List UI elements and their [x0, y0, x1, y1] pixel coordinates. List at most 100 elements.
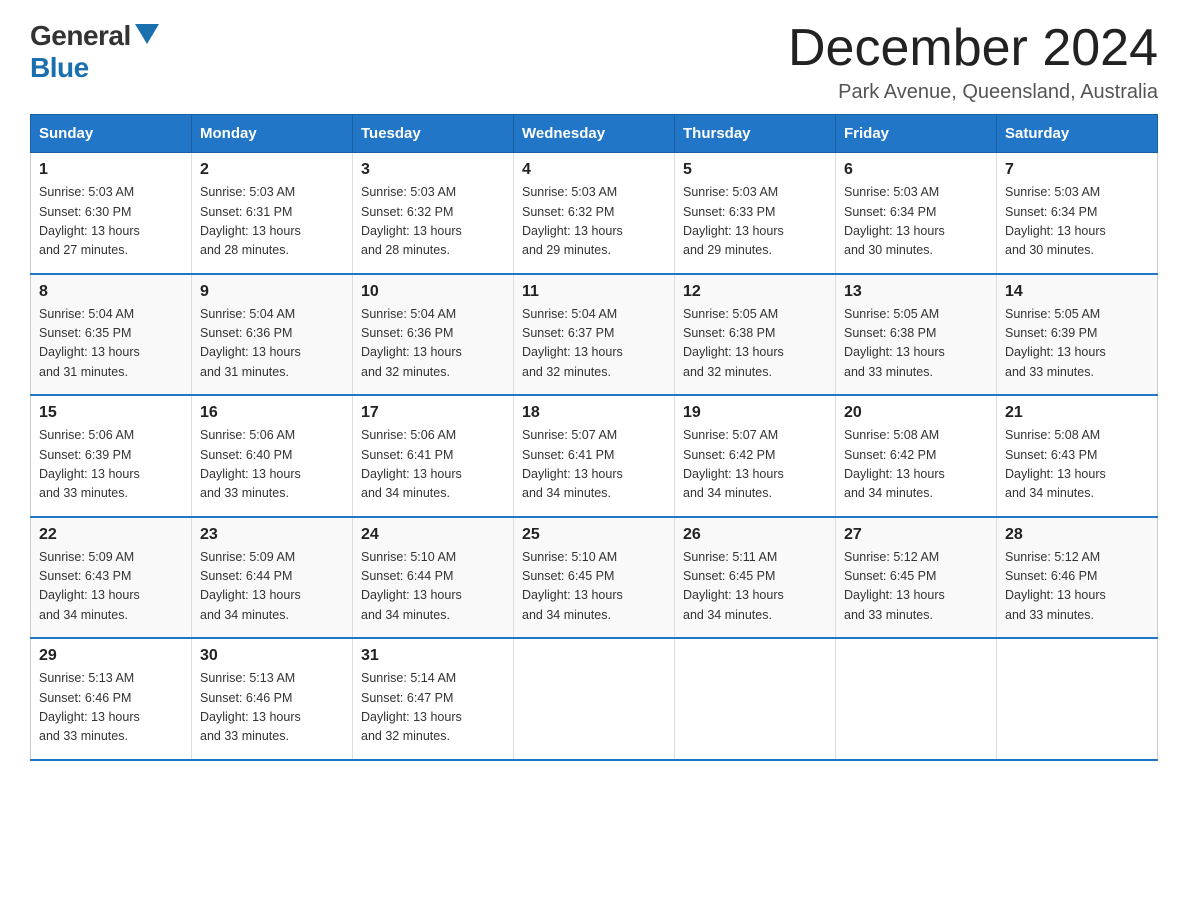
- day-number: 30: [200, 647, 344, 665]
- calendar-cell: 5 Sunrise: 5:03 AM Sunset: 6:33 PM Dayli…: [675, 153, 836, 274]
- day-number: 1: [39, 161, 183, 179]
- day-info: Sunrise: 5:08 AM Sunset: 6:42 PM Dayligh…: [844, 426, 988, 504]
- column-header-tuesday: Tuesday: [353, 115, 514, 153]
- calendar-week-row: 8 Sunrise: 5:04 AM Sunset: 6:35 PM Dayli…: [31, 274, 1158, 396]
- day-number: 12: [683, 283, 827, 301]
- day-info: Sunrise: 5:04 AM Sunset: 6:37 PM Dayligh…: [522, 305, 666, 383]
- calendar-cell: 20 Sunrise: 5:08 AM Sunset: 6:42 PM Dayl…: [836, 395, 997, 517]
- day-number: 22: [39, 526, 183, 544]
- day-number: 7: [1005, 161, 1149, 179]
- calendar-cell: 15 Sunrise: 5:06 AM Sunset: 6:39 PM Dayl…: [31, 395, 192, 517]
- day-info: Sunrise: 5:06 AM Sunset: 6:41 PM Dayligh…: [361, 426, 505, 504]
- logo-blue: Blue: [30, 52, 89, 84]
- day-info: Sunrise: 5:09 AM Sunset: 6:43 PM Dayligh…: [39, 548, 183, 626]
- day-info: Sunrise: 5:04 AM Sunset: 6:36 PM Dayligh…: [361, 305, 505, 383]
- day-info: Sunrise: 5:03 AM Sunset: 6:30 PM Dayligh…: [39, 183, 183, 261]
- day-number: 15: [39, 404, 183, 422]
- day-number: 28: [1005, 526, 1149, 544]
- day-info: Sunrise: 5:04 AM Sunset: 6:36 PM Dayligh…: [200, 305, 344, 383]
- column-header-sunday: Sunday: [31, 115, 192, 153]
- column-header-friday: Friday: [836, 115, 997, 153]
- day-info: Sunrise: 5:12 AM Sunset: 6:45 PM Dayligh…: [844, 548, 988, 626]
- day-number: 9: [200, 283, 344, 301]
- day-info: Sunrise: 5:07 AM Sunset: 6:42 PM Dayligh…: [683, 426, 827, 504]
- day-info: Sunrise: 5:03 AM Sunset: 6:32 PM Dayligh…: [361, 183, 505, 261]
- calendar-cell: 3 Sunrise: 5:03 AM Sunset: 6:32 PM Dayli…: [353, 153, 514, 274]
- day-number: 23: [200, 526, 344, 544]
- day-info: Sunrise: 5:03 AM Sunset: 6:33 PM Dayligh…: [683, 183, 827, 261]
- day-number: 10: [361, 283, 505, 301]
- day-number: 29: [39, 647, 183, 665]
- day-info: Sunrise: 5:13 AM Sunset: 6:46 PM Dayligh…: [39, 669, 183, 747]
- day-number: 16: [200, 404, 344, 422]
- calendar-cell: 12 Sunrise: 5:05 AM Sunset: 6:38 PM Dayl…: [675, 274, 836, 396]
- day-info: Sunrise: 5:10 AM Sunset: 6:45 PM Dayligh…: [522, 548, 666, 626]
- day-info: Sunrise: 5:14 AM Sunset: 6:47 PM Dayligh…: [361, 669, 505, 747]
- day-info: Sunrise: 5:03 AM Sunset: 6:31 PM Dayligh…: [200, 183, 344, 261]
- calendar-cell: 4 Sunrise: 5:03 AM Sunset: 6:32 PM Dayli…: [514, 153, 675, 274]
- day-number: 11: [522, 283, 666, 301]
- column-header-saturday: Saturday: [997, 115, 1158, 153]
- calendar-cell: 16 Sunrise: 5:06 AM Sunset: 6:40 PM Dayl…: [192, 395, 353, 517]
- calendar-header-row: SundayMondayTuesdayWednesdayThursdayFrid…: [31, 115, 1158, 153]
- day-number: 5: [683, 161, 827, 179]
- calendar-cell: 18 Sunrise: 5:07 AM Sunset: 6:41 PM Dayl…: [514, 395, 675, 517]
- day-info: Sunrise: 5:11 AM Sunset: 6:45 PM Dayligh…: [683, 548, 827, 626]
- calendar-cell: 25 Sunrise: 5:10 AM Sunset: 6:45 PM Dayl…: [514, 517, 675, 639]
- day-info: Sunrise: 5:03 AM Sunset: 6:34 PM Dayligh…: [844, 183, 988, 261]
- column-header-monday: Monday: [192, 115, 353, 153]
- calendar-cell: 6 Sunrise: 5:03 AM Sunset: 6:34 PM Dayli…: [836, 153, 997, 274]
- day-info: Sunrise: 5:09 AM Sunset: 6:44 PM Dayligh…: [200, 548, 344, 626]
- day-number: 19: [683, 404, 827, 422]
- page-header: General Blue December 2024 Park Avenue, …: [30, 20, 1158, 104]
- calendar-cell: 13 Sunrise: 5:05 AM Sunset: 6:38 PM Dayl…: [836, 274, 997, 396]
- logo-general: General: [30, 20, 131, 52]
- day-number: 4: [522, 161, 666, 179]
- calendar-cell: 28 Sunrise: 5:12 AM Sunset: 6:46 PM Dayl…: [997, 517, 1158, 639]
- day-info: Sunrise: 5:10 AM Sunset: 6:44 PM Dayligh…: [361, 548, 505, 626]
- day-info: Sunrise: 5:05 AM Sunset: 6:38 PM Dayligh…: [844, 305, 988, 383]
- day-info: Sunrise: 5:07 AM Sunset: 6:41 PM Dayligh…: [522, 426, 666, 504]
- calendar-cell: 26 Sunrise: 5:11 AM Sunset: 6:45 PM Dayl…: [675, 517, 836, 639]
- day-info: Sunrise: 5:05 AM Sunset: 6:38 PM Dayligh…: [683, 305, 827, 383]
- calendar-cell: 2 Sunrise: 5:03 AM Sunset: 6:31 PM Dayli…: [192, 153, 353, 274]
- calendar-cell: 14 Sunrise: 5:05 AM Sunset: 6:39 PM Dayl…: [997, 274, 1158, 396]
- calendar-cell: 23 Sunrise: 5:09 AM Sunset: 6:44 PM Dayl…: [192, 517, 353, 639]
- day-info: Sunrise: 5:04 AM Sunset: 6:35 PM Dayligh…: [39, 305, 183, 383]
- day-number: 8: [39, 283, 183, 301]
- calendar-cell: 10 Sunrise: 5:04 AM Sunset: 6:36 PM Dayl…: [353, 274, 514, 396]
- calendar-week-row: 1 Sunrise: 5:03 AM Sunset: 6:30 PM Dayli…: [31, 153, 1158, 274]
- calendar-cell: 22 Sunrise: 5:09 AM Sunset: 6:43 PM Dayl…: [31, 517, 192, 639]
- logo: General Blue: [30, 20, 159, 84]
- day-number: 17: [361, 404, 505, 422]
- calendar-cell: 9 Sunrise: 5:04 AM Sunset: 6:36 PM Dayli…: [192, 274, 353, 396]
- calendar-cell: [675, 638, 836, 760]
- day-number: 6: [844, 161, 988, 179]
- calendar-cell: 21 Sunrise: 5:08 AM Sunset: 6:43 PM Dayl…: [997, 395, 1158, 517]
- calendar-cell: 27 Sunrise: 5:12 AM Sunset: 6:45 PM Dayl…: [836, 517, 997, 639]
- calendar-cell: 1 Sunrise: 5:03 AM Sunset: 6:30 PM Dayli…: [31, 153, 192, 274]
- day-info: Sunrise: 5:06 AM Sunset: 6:39 PM Dayligh…: [39, 426, 183, 504]
- day-number: 31: [361, 647, 505, 665]
- day-number: 27: [844, 526, 988, 544]
- calendar-cell: 7 Sunrise: 5:03 AM Sunset: 6:34 PM Dayli…: [997, 153, 1158, 274]
- day-info: Sunrise: 5:12 AM Sunset: 6:46 PM Dayligh…: [1005, 548, 1149, 626]
- month-title: December 2024: [788, 20, 1158, 77]
- calendar-cell: 19 Sunrise: 5:07 AM Sunset: 6:42 PM Dayl…: [675, 395, 836, 517]
- title-block: December 2024 Park Avenue, Queensland, A…: [788, 20, 1158, 104]
- calendar-week-row: 29 Sunrise: 5:13 AM Sunset: 6:46 PM Dayl…: [31, 638, 1158, 760]
- day-info: Sunrise: 5:06 AM Sunset: 6:40 PM Dayligh…: [200, 426, 344, 504]
- calendar-week-row: 22 Sunrise: 5:09 AM Sunset: 6:43 PM Dayl…: [31, 517, 1158, 639]
- day-info: Sunrise: 5:08 AM Sunset: 6:43 PM Dayligh…: [1005, 426, 1149, 504]
- calendar-cell: 17 Sunrise: 5:06 AM Sunset: 6:41 PM Dayl…: [353, 395, 514, 517]
- calendar-cell: 24 Sunrise: 5:10 AM Sunset: 6:44 PM Dayl…: [353, 517, 514, 639]
- day-number: 13: [844, 283, 988, 301]
- calendar-cell: [836, 638, 997, 760]
- day-number: 18: [522, 404, 666, 422]
- calendar-cell: 8 Sunrise: 5:04 AM Sunset: 6:35 PM Dayli…: [31, 274, 192, 396]
- day-number: 14: [1005, 283, 1149, 301]
- column-header-wednesday: Wednesday: [514, 115, 675, 153]
- day-number: 26: [683, 526, 827, 544]
- day-info: Sunrise: 5:13 AM Sunset: 6:46 PM Dayligh…: [200, 669, 344, 747]
- calendar-cell: 29 Sunrise: 5:13 AM Sunset: 6:46 PM Dayl…: [31, 638, 192, 760]
